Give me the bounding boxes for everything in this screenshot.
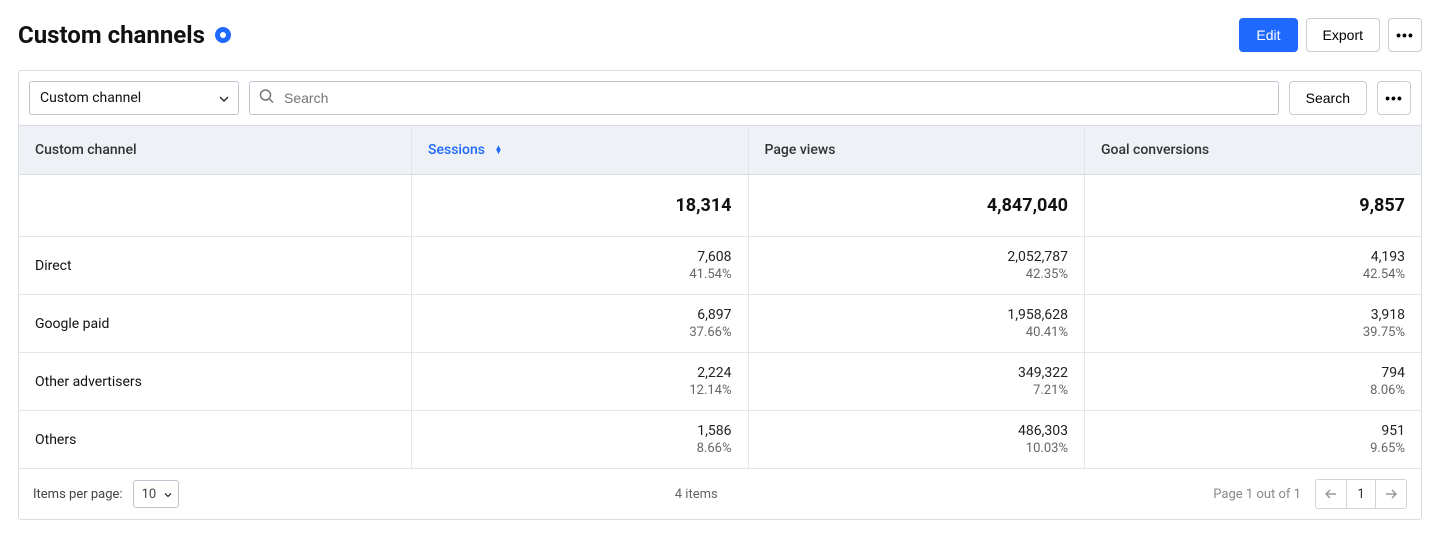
row-goals: 9519.65%: [1084, 411, 1421, 469]
title-wrap: Custom channels: [18, 21, 231, 49]
ellipsis-icon: •••: [1385, 90, 1403, 106]
totals-name-cell: [19, 175, 412, 237]
row-name: Direct: [19, 237, 412, 295]
table-row[interactable]: Other advertisers2,22412.14%349,3227.21%…: [19, 353, 1421, 411]
sort-icon: ▲▼: [494, 146, 502, 154]
page-title: Custom channels: [18, 21, 205, 49]
column-label: Sessions: [428, 142, 485, 158]
groupby-select[interactable]: Custom channel: [29, 81, 239, 115]
row-pageviews: 2,052,78742.35%: [748, 237, 1084, 295]
row-name: Others: [19, 411, 412, 469]
arrow-right-icon: [1385, 489, 1397, 499]
row-goals: 7948.06%: [1084, 353, 1421, 411]
table-row[interactable]: Others1,5868.66%486,30310.03%9519.65%: [19, 411, 1421, 469]
search-wrap: [249, 81, 1279, 115]
column-header-sessions[interactable]: Sessions ▲▼: [412, 126, 748, 175]
toolbar: Custom channel Search •••: [19, 71, 1421, 125]
row-goals: 3,91839.75%: [1084, 295, 1421, 353]
search-input[interactable]: [249, 81, 1279, 115]
items-per-page-label: Items per page:: [33, 487, 123, 502]
table-row[interactable]: Google paid6,89737.66%1,958,62840.41%3,9…: [19, 295, 1421, 353]
info-icon[interactable]: [215, 27, 231, 43]
totals-pageviews: 4,847,040: [748, 175, 1084, 237]
report-table: Custom channel Sessions ▲▼ Page views Go…: [19, 125, 1421, 469]
header-actions: Edit Export •••: [1239, 18, 1422, 52]
table-header-row: Custom channel Sessions ▲▼ Page views Go…: [19, 126, 1421, 175]
page-header: Custom channels Edit Export •••: [18, 18, 1422, 52]
row-pageviews: 1,958,62840.41%: [748, 295, 1084, 353]
page-text: Page 1 out of 1: [1213, 487, 1301, 502]
table-footer: Items per page: 10 4 items Page 1 out of…: [19, 469, 1421, 519]
row-pageviews: 486,30310.03%: [748, 411, 1084, 469]
search-icon: [259, 89, 274, 108]
groupby-value: Custom channel: [40, 90, 141, 106]
table-row[interactable]: Direct7,60841.54%2,052,78742.35%4,19342.…: [19, 237, 1421, 295]
export-button[interactable]: Export: [1306, 18, 1380, 52]
row-pageviews: 349,3227.21%: [748, 353, 1084, 411]
groupby-select-wrap: Custom channel: [29, 81, 239, 115]
pager: 1: [1315, 479, 1407, 509]
ellipsis-icon: •••: [1396, 27, 1414, 43]
totals-goals: 9,857: [1084, 175, 1421, 237]
row-sessions: 1,5868.66%: [412, 411, 748, 469]
row-sessions: 7,60841.54%: [412, 237, 748, 295]
report-panel: Custom channel Search ••• Custom channel…: [18, 70, 1422, 520]
item-count: 4 items: [675, 487, 718, 502]
arrow-left-icon: [1325, 489, 1337, 499]
header-more-button[interactable]: •••: [1388, 18, 1422, 52]
items-per-page-value: 10: [142, 487, 157, 502]
toolbar-more-button[interactable]: •••: [1377, 81, 1411, 115]
edit-button[interactable]: Edit: [1239, 18, 1297, 52]
search-button[interactable]: Search: [1289, 81, 1367, 115]
chevron-down-icon: [164, 487, 172, 502]
footer-right: Page 1 out of 1 1: [1213, 479, 1407, 509]
totals-row: 18,314 4,847,040 9,857: [19, 175, 1421, 237]
row-sessions: 6,89737.66%: [412, 295, 748, 353]
row-goals: 4,19342.54%: [1084, 237, 1421, 295]
column-header-pageviews[interactable]: Page views: [748, 126, 1084, 175]
totals-sessions: 18,314: [412, 175, 748, 237]
column-header-goals[interactable]: Goal conversions: [1084, 126, 1421, 175]
column-header-name[interactable]: Custom channel: [19, 126, 412, 175]
row-sessions: 2,22412.14%: [412, 353, 748, 411]
row-name: Google paid: [19, 295, 412, 353]
row-name: Other advertisers: [19, 353, 412, 411]
